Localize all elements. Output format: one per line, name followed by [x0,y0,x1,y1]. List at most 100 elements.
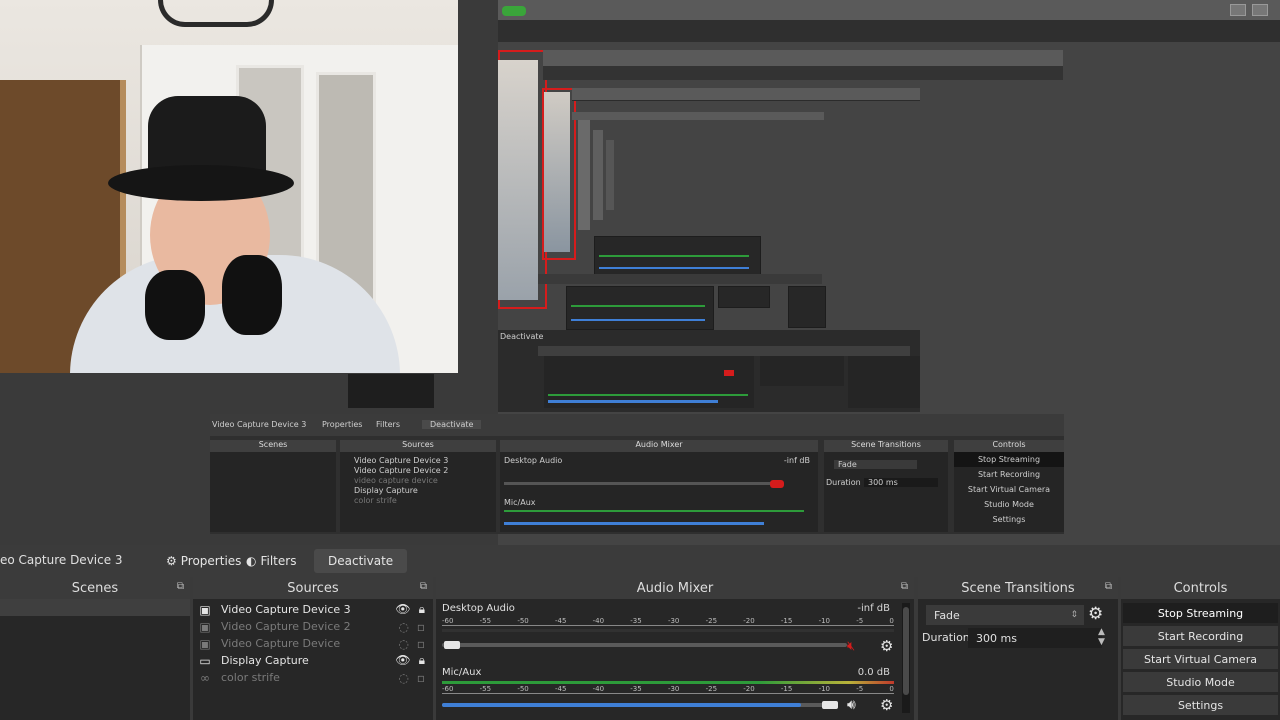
nested-scenes-fragment [348,374,434,408]
recursion-mixer-2 [566,286,714,330]
start-recording-button[interactable]: Start Recording [1123,626,1278,646]
nested-source-left-5: color strife [354,496,397,505]
scene-transitions-dock: Scene Transitions ⧉ Fade ⇕ ⚙ Duration 30… [918,577,1118,720]
start-virtual-camera-button[interactable]: Start Virtual Camera [1123,649,1278,669]
scale-tick-label: -25 [705,617,718,625]
settings-button[interactable]: Settings [1123,695,1278,715]
nested-l2-title: Deactivate [500,332,544,341]
desktop-volume-knob[interactable] [444,641,460,649]
controls-header: Controls [1121,577,1280,599]
recursion-webcam-1 [498,60,538,300]
source-name: Video Capture Device [221,637,341,650]
scene-item-selected[interactable] [0,599,190,616]
nested-filters-left: Filters [376,420,400,429]
nested-control-5: Settings [992,515,1026,524]
nested-mixer-head: Audio Mixer [500,440,818,452]
recursion-frame-3 [578,120,590,230]
undock-icon[interactable]: ⧉ [1105,581,1112,592]
source-name: Display Capture [221,654,309,667]
recursion-frame-5 [606,140,614,210]
nested-controls: Stop Streaming Start Recording Start Vir… [954,452,1064,532]
stop-streaming-button[interactable]: Stop Streaming [1123,603,1278,623]
nested-l2-transitions [760,356,844,386]
nested-srcbar-title-left: Video Capture Device 3 [212,420,307,429]
gear-icon: ⚙ [166,554,177,568]
source-item[interactable]: ▣ Video Capture Device 3 👁 🔒︎ [193,601,433,618]
nested-mic-label: Mic/Aux [504,498,536,507]
eye-off-icon[interactable]: ◌ [398,671,408,685]
recursion-webcam-2 [544,92,570,252]
undock-icon[interactable]: ⧉ [177,581,184,592]
transitions-header: Scene Transitions ⧉ [918,577,1118,599]
gear-icon[interactable]: ⚙ [880,637,893,655]
source-item[interactable]: ∞ color strife ◌ ▫ [193,669,433,686]
filters-label: Filters [260,554,297,568]
mic-volume-knob[interactable] [822,701,838,709]
transition-select[interactable]: Fade ⇕ [926,605,1084,625]
scale-tick-label: -45 [554,617,567,625]
mic-volume-slider[interactable] [442,703,837,707]
eye-off-icon[interactable]: ◌ [398,637,408,651]
eye-icon[interactable]: 👁 [395,653,410,668]
camera-icon: ▣ [199,619,211,634]
recursion-mixer-3 [594,236,761,276]
eye-icon[interactable]: 👁 [395,602,410,617]
scale-tick-label: -60 [442,617,454,625]
gear-icon[interactable]: ⚙ [880,696,893,714]
mixer-scrollbar[interactable] [902,603,910,713]
nested-docks-left: Scenes Sources Video Capture Device 3 Vi… [210,436,498,534]
controls-title: Controls [1173,580,1228,596]
speaker-icon[interactable]: 🔊︎ [847,697,856,713]
source-item[interactable]: ▣ Video Capture Device ◌ ▫ [193,635,433,652]
nested-duration-label: Duration [826,478,861,487]
recursion-titlebar-3 [572,112,824,120]
scale-tick-label: -50 [517,685,529,693]
source-item[interactable]: ▭ Display Capture 👁 🔒︎ [193,652,433,669]
duration-input[interactable]: 300 ms [968,628,1102,648]
undock-icon[interactable]: ⧉ [420,581,427,592]
mic-meter [442,681,894,684]
mic-db: 0.0 dB [857,667,890,678]
scale-tick-label: -30 [667,685,680,693]
gear-icon[interactable]: ⚙ [1088,604,1103,624]
properties-button[interactable]: ⚙ Properties [160,549,247,573]
scenes-header: Scenes ⧉ [0,577,190,599]
source-name: Video Capture Device 3 [221,603,351,616]
recursion-transitions-2 [718,286,770,308]
desktop-audio-channel: Desktop Audio -inf dB -60 -55 -50 -45 -40 -35… [442,603,898,655]
scale-tick-label: -40 [592,685,605,693]
muted-speaker-icon[interactable]: 🔇︎ [847,639,855,654]
camera-icon: ▣ [199,636,211,651]
desktop-volume-slider[interactable] [442,643,847,647]
studio-mode-button[interactable]: Studio Mode [1123,672,1278,692]
nested-srcbar: Video Capture Device 3 Properties Filter… [498,414,1064,436]
properties-label: Properties [180,554,242,568]
desktop-audio-scale: -60 -55 -50 -45 -40 -35 -30 -25 -20 -15 -10 -5 0 [442,617,894,626]
scale-tick-label: -15 [780,685,793,693]
source-item[interactable]: ▣ Video Capture Device 2 ◌ ▫ [193,618,433,635]
sources-title: Sources [287,580,339,596]
nested-control-1: Stop Streaming [954,452,1064,467]
lock-icon[interactable]: ▫ [417,637,425,651]
undock-icon[interactable]: ⧉ [901,581,908,592]
filters-button[interactable]: ◐ Filters [240,549,302,573]
nested-sources-list-left: Video Capture Device 3 Video Capture Dev… [340,452,496,532]
nested-source-left-2: Video Capture Device 2 [354,466,449,475]
recursion-controls-2 [788,286,826,328]
mic-scale: -60 -55 -50 -45 -40 -35 -30 -25 -20 -15 -10 -5 0 [442,685,894,694]
nested-l2-mixer [544,356,754,408]
lock-icon[interactable]: ▫ [417,620,425,634]
nested-control-2: Start Recording [977,470,1041,479]
hat-brim [108,165,294,201]
lock-icon[interactable]: 🔒︎ [419,602,425,617]
duration-spinner[interactable]: ▲ ▼ [1098,627,1105,647]
nested-source-left-1: Video Capture Device 3 [354,456,449,465]
eye-off-icon[interactable]: ◌ [398,620,408,634]
scale-tick-label: -5 [856,685,864,693]
lock-icon[interactable]: ▫ [417,671,425,685]
lock-icon[interactable]: 🔒︎ [419,653,425,668]
recursion-titlebar-1 [543,50,1063,67]
deactivate-button[interactable]: Deactivate [314,549,408,573]
scale-tick-label: 0 [889,685,894,693]
scale-tick-label: -35 [630,617,642,625]
